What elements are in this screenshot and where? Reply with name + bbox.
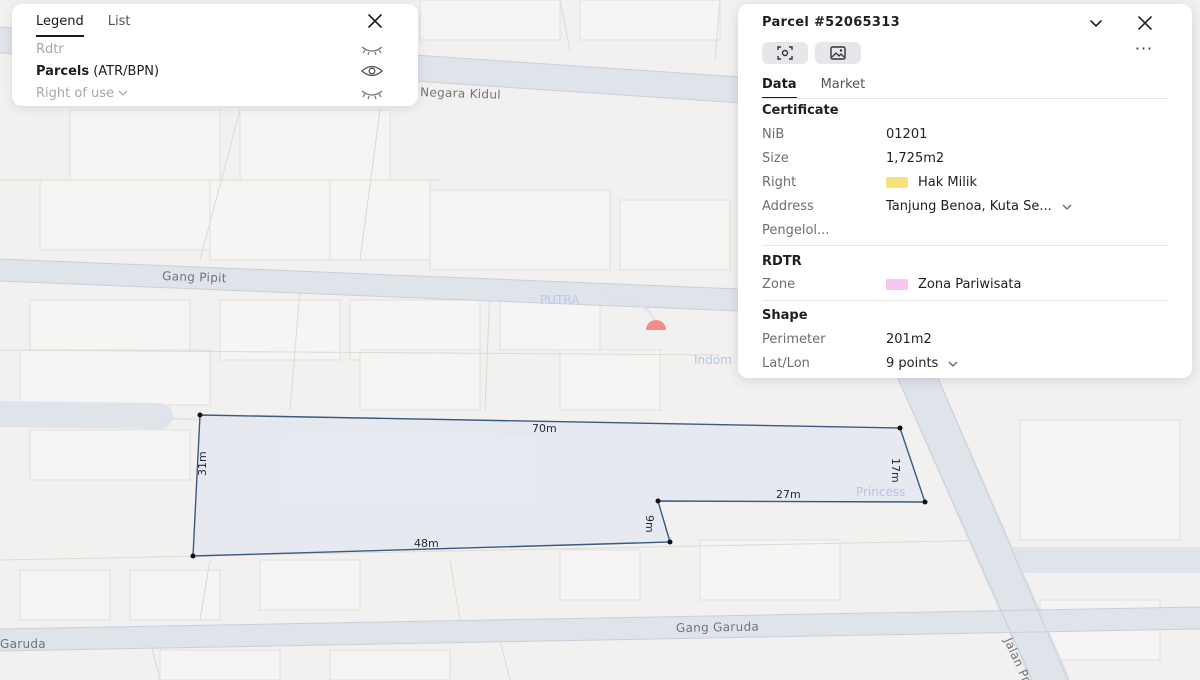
size-label: Size <box>762 151 789 166</box>
eye-icon[interactable] <box>360 64 384 78</box>
right-value: Hak Milik <box>886 175 977 190</box>
section-divider <box>762 245 1168 246</box>
chevron-down-icon[interactable] <box>118 89 128 97</box>
section-certificate: Certificate <box>762 103 839 118</box>
legend-tabs: Legend List <box>36 14 131 37</box>
legend-layer-label: Rdtr <box>36 41 64 57</box>
parcel-vertex[interactable] <box>922 499 928 505</box>
parcel-vertex[interactable] <box>897 425 903 431</box>
nib-value: 01201 <box>886 127 928 142</box>
eye-closed-icon[interactable] <box>360 42 384 56</box>
parcel-details-panel: Parcel #52065313 ··· Data Market Certifi… <box>738 4 1192 378</box>
image-icon <box>830 46 846 60</box>
poi-label: Princess <box>856 485 905 499</box>
close-icon[interactable] <box>366 12 384 30</box>
edge-length-label: 31m <box>196 451 209 476</box>
legend-panel: Legend List Rdtr Parcels (ATR/BPN) Right… <box>12 4 418 106</box>
parcel-vertex[interactable] <box>197 412 203 418</box>
poi-label: PUTRA <box>540 293 580 307</box>
latlon-value[interactable]: 9 points <box>886 356 958 371</box>
latlon-label: Lat/Lon <box>762 356 810 371</box>
tab-data[interactable]: Data <box>762 77 797 99</box>
edge-length-label: 48m <box>414 537 439 550</box>
section-rdtr: RDTR <box>762 254 802 269</box>
legend-layer-right-of-use[interactable]: Right of use <box>36 84 384 102</box>
more-icon[interactable]: ··· <box>1134 41 1154 60</box>
street-label: Gang Garuda <box>676 620 759 635</box>
pengelola-label: Pengelol... <box>762 223 830 238</box>
eye-closed-icon[interactable] <box>360 86 384 100</box>
zone-label: Zone <box>762 277 796 292</box>
tab-legend[interactable]: Legend <box>36 14 84 37</box>
street-label: Garuda <box>0 637 46 651</box>
tab-market[interactable]: Market <box>821 77 866 99</box>
legend-layer-label: Parcels (ATR/BPN) <box>36 63 160 79</box>
perimeter-label: Perimeter <box>762 332 826 347</box>
size-value: 1,725m2 <box>886 151 945 166</box>
parcel-vertex[interactable] <box>190 553 196 559</box>
edge-length-label: 9m <box>643 515 656 533</box>
chevron-down-icon[interactable] <box>1088 16 1104 30</box>
nib-label: NiB <box>762 127 785 142</box>
zone-value: Zona Pariwisata <box>886 277 1021 292</box>
chevron-down-icon[interactable] <box>1062 203 1072 211</box>
parcel-image-button[interactable] <box>815 42 861 64</box>
tab-list[interactable]: List <box>108 14 131 37</box>
legend-layer-rdtr[interactable]: Rdtr <box>36 40 384 58</box>
edge-length-label: 27m <box>776 488 801 501</box>
section-shape: Shape <box>762 308 808 323</box>
parcel-vertex[interactable] <box>667 539 673 545</box>
street-label: Negara Kidul <box>420 85 501 102</box>
address-value[interactable]: Tanjung Benoa, Kuta Se... <box>886 199 1072 214</box>
tab-divider <box>762 98 1168 99</box>
edge-length-label: 17m <box>889 458 902 483</box>
close-icon[interactable] <box>1136 14 1154 32</box>
edge-length-label: 70m <box>532 422 557 435</box>
parcel-title: Parcel #52065313 <box>762 15 900 30</box>
section-divider <box>762 300 1168 301</box>
focus-icon <box>777 46 793 60</box>
parcel-vertex[interactable] <box>655 498 661 504</box>
chevron-down-icon[interactable] <box>948 360 958 368</box>
right-label: Right <box>762 175 797 190</box>
legend-layer-label: Right of use <box>36 86 128 101</box>
zone-color-swatch <box>886 279 908 290</box>
right-color-swatch <box>886 177 908 188</box>
parcel-tabs: Data Market <box>762 77 865 99</box>
legend-layer-parcels[interactable]: Parcels (ATR/BPN) <box>36 62 384 80</box>
poi-label: Indom <box>694 353 732 367</box>
address-label: Address <box>762 199 814 214</box>
perimeter-value: 201m2 <box>886 332 932 347</box>
street-label: Gang Pipit <box>162 269 227 285</box>
focus-parcel-button[interactable] <box>762 42 808 64</box>
